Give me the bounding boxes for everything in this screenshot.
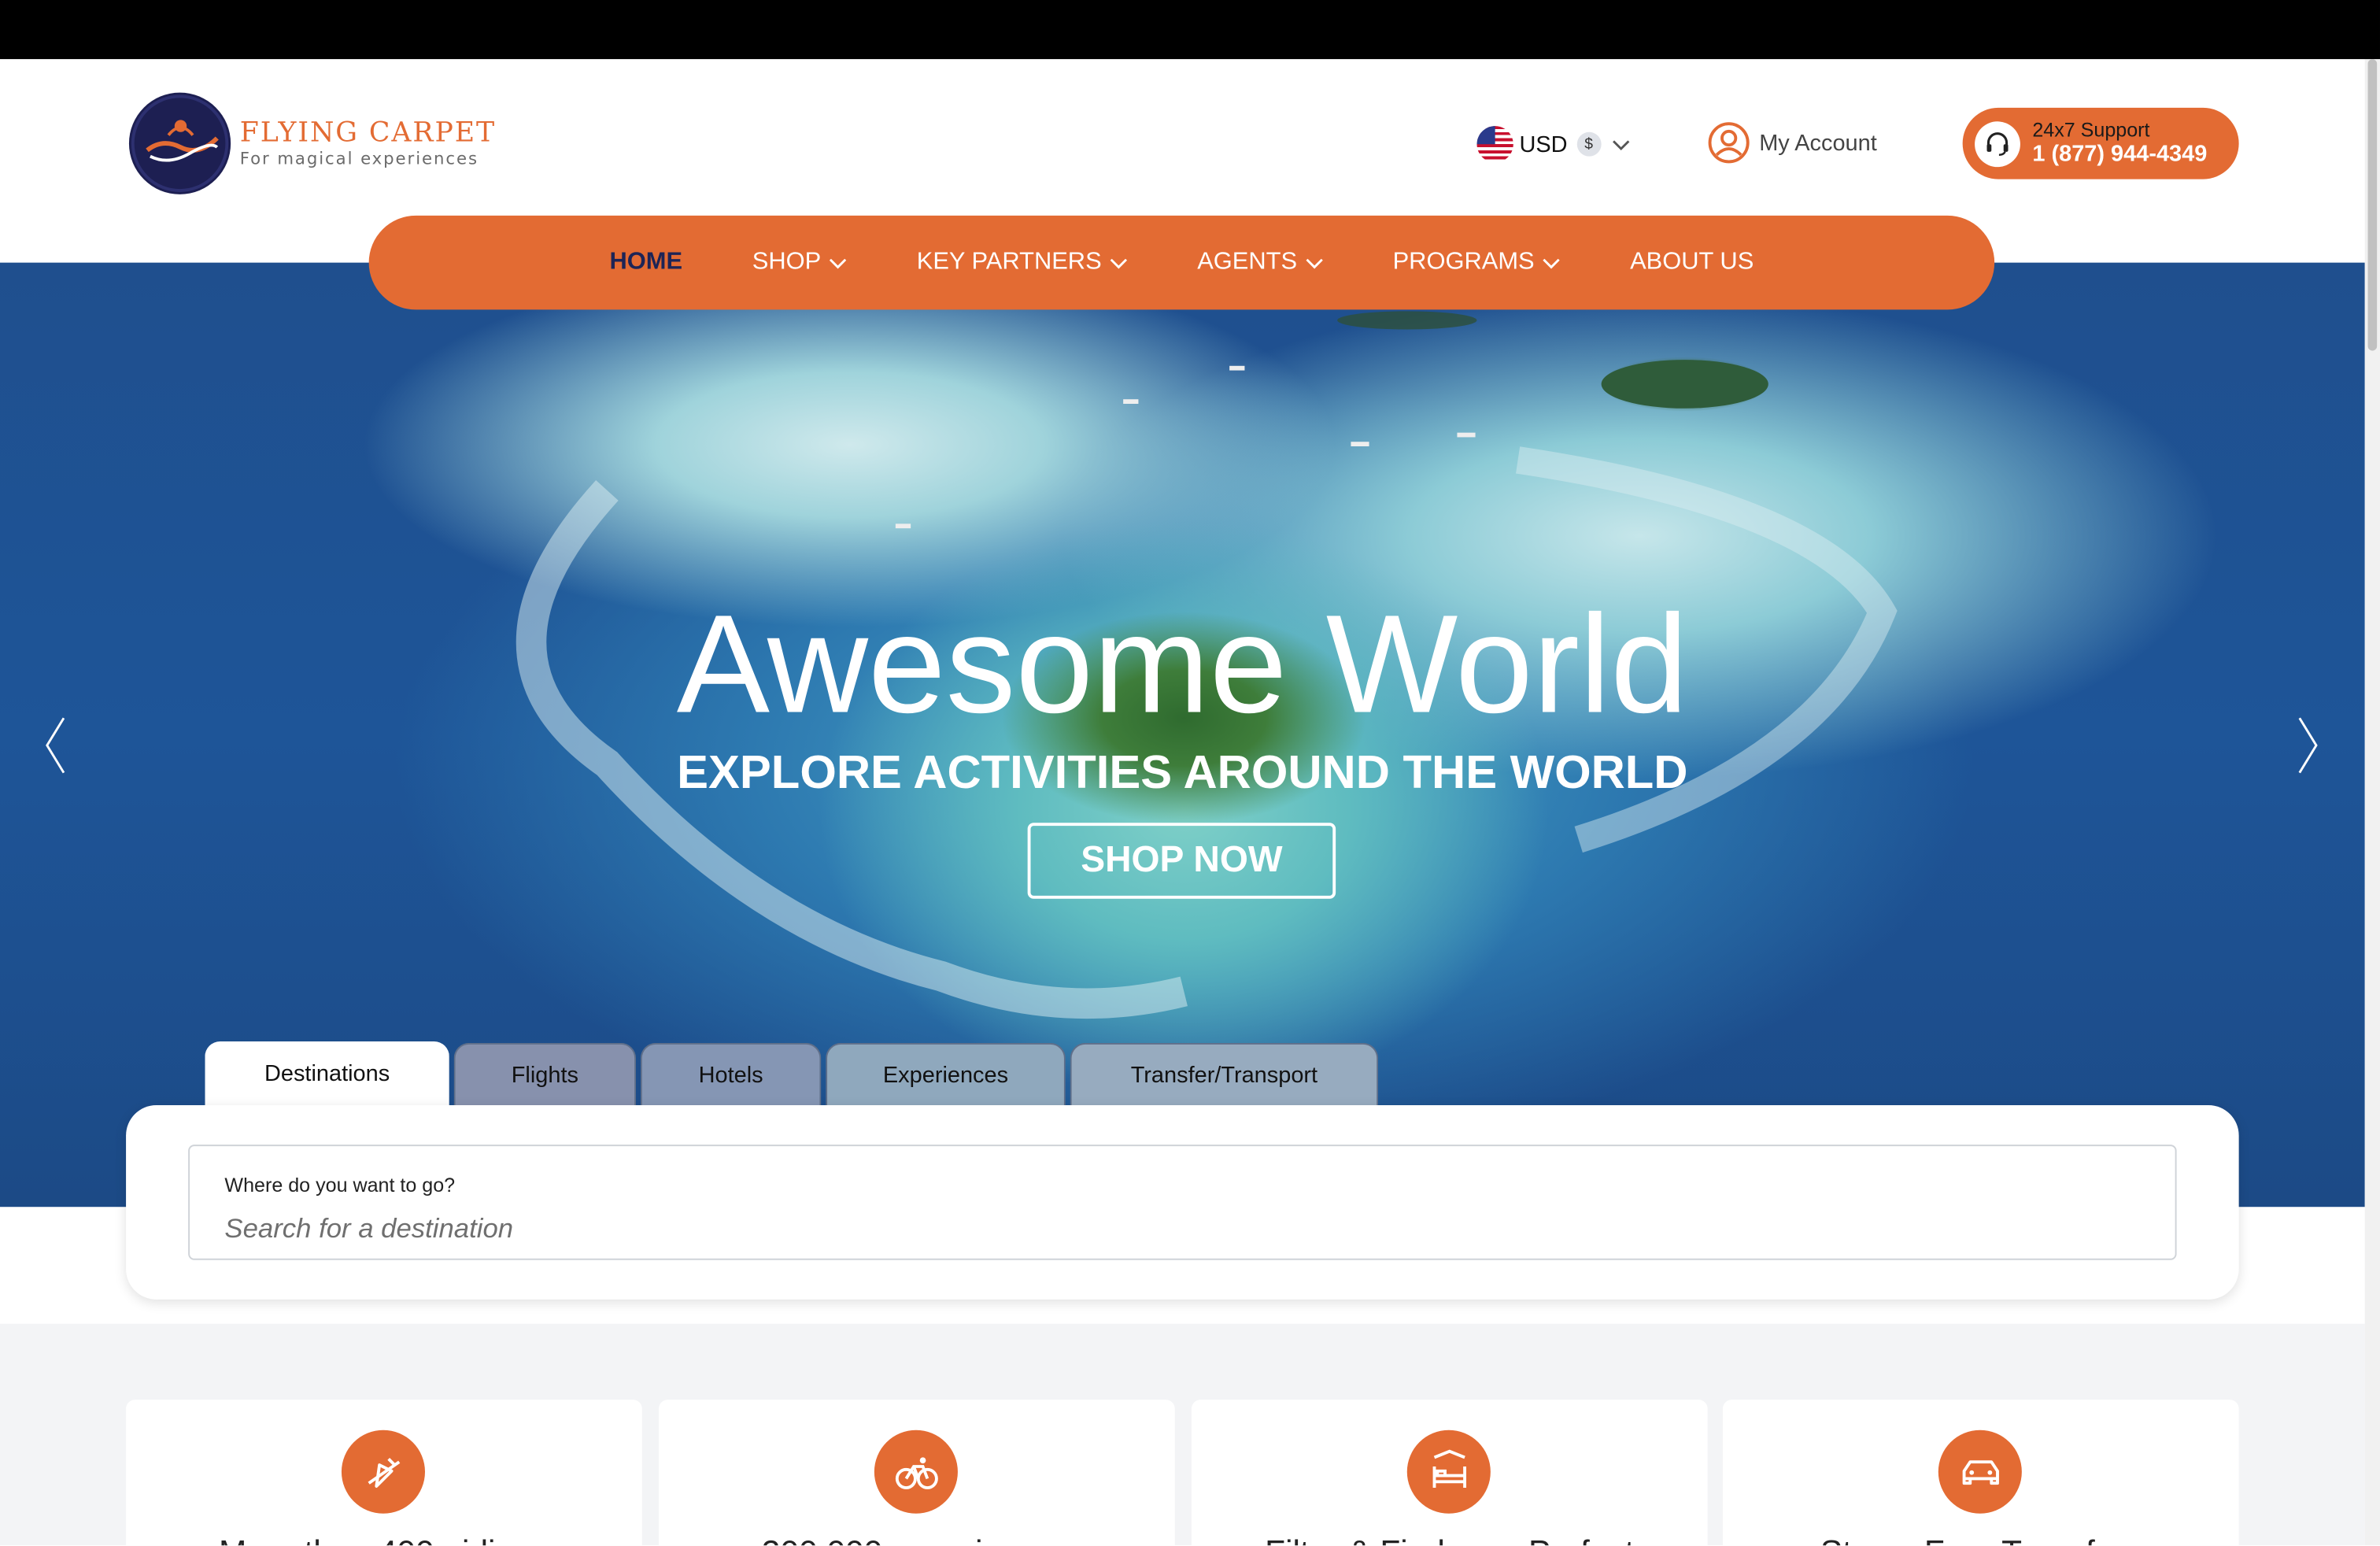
page-scrollbar[interactable] bbox=[2364, 59, 2380, 1546]
scrollbar-thumb[interactable] bbox=[2367, 59, 2378, 351]
page: FLYING CARPET For magical experiences US… bbox=[0, 0, 2380, 1546]
feature-text: Filter & Find your Perfect bbox=[1192, 1533, 1708, 1545]
headset-icon bbox=[1975, 120, 2020, 167]
nav-item-programs[interactable]: PROGRAMS bbox=[1393, 249, 1561, 276]
chevron-down-icon bbox=[829, 258, 847, 269]
hero-title: Awesome World bbox=[676, 587, 1688, 743]
feature-card: Stress Free Transfers bbox=[1722, 1400, 2239, 1546]
search-panel: Where do you want to go? bbox=[126, 1104, 2239, 1300]
chevron-down-icon bbox=[1305, 258, 1322, 269]
support-button[interactable]: 24x7 Support 1 (877) 944-4349 bbox=[1962, 107, 2239, 179]
destination-search-input[interactable] bbox=[224, 1210, 2138, 1247]
nav-item-label: SHOP bbox=[752, 249, 822, 276]
nav-item-key-partners[interactable]: KEY PARTNERS bbox=[917, 249, 1128, 276]
feature-text: 300,000 experiences bbox=[659, 1533, 1175, 1545]
destination-search-field[interactable]: Where do you want to go? bbox=[188, 1145, 2177, 1260]
my-account-link[interactable]: My Account bbox=[1708, 121, 1877, 164]
search-label: Where do you want to go? bbox=[224, 1173, 456, 1196]
browser-top-bar bbox=[0, 0, 2380, 60]
chevron-down-icon bbox=[1110, 258, 1127, 269]
search-tabs: Destinations Flights Hotels Experiences … bbox=[205, 1041, 1383, 1105]
support-phone: 1 (877) 944-4349 bbox=[2032, 141, 2208, 168]
nav-item-label: HOME bbox=[609, 249, 683, 276]
feature-text: More than 400 airlines bbox=[126, 1533, 642, 1545]
support-title: 24x7 Support bbox=[2032, 118, 2150, 142]
hero-subtitle: EXPLORE ACTIVITIES AROUND THE WORLD bbox=[677, 745, 1688, 799]
brand-logo[interactable]: FLYING CARPET For magical experiences bbox=[128, 92, 497, 194]
tab-hotels[interactable]: Hotels bbox=[640, 1042, 822, 1105]
main-nav: HOME SHOP KEY PARTNERS AGENTS PROGRAMS A… bbox=[368, 215, 1995, 310]
plane-icon bbox=[341, 1429, 425, 1514]
nav-item-label: AGENTS bbox=[1197, 249, 1298, 276]
feature-text: Stress Free Transfers bbox=[1723, 1533, 2239, 1545]
nav-item-label: PROGRAMS bbox=[1392, 249, 1535, 276]
tab-flights[interactable]: Flights bbox=[453, 1042, 637, 1105]
nav-item-label: KEY PARTNERS bbox=[916, 249, 1102, 276]
nav-item-agents[interactable]: AGENTS bbox=[1197, 249, 1323, 276]
bicycle-icon bbox=[874, 1429, 958, 1514]
currency-selector[interactable]: USD $ bbox=[1476, 126, 1631, 163]
feature-card: More than 400 airlines bbox=[126, 1400, 642, 1546]
car-icon bbox=[1938, 1429, 2022, 1514]
carpet-logo-icon bbox=[128, 92, 231, 194]
us-flag-icon bbox=[1476, 126, 1513, 163]
nav-item-label: ABOUT US bbox=[1630, 249, 1754, 276]
chevron-down-icon bbox=[1543, 258, 1560, 269]
bed-icon bbox=[1406, 1429, 1491, 1514]
nav-item-shop[interactable]: SHOP bbox=[752, 249, 847, 276]
brand-name: FLYING CARPET bbox=[239, 116, 497, 149]
tab-transfer-transport[interactable]: Transfer/Transport bbox=[1070, 1042, 1379, 1105]
currency-symbol: $ bbox=[1576, 131, 1602, 157]
brand-tagline: For magical experiences bbox=[239, 148, 479, 168]
feature-card: Filter & Find your Perfect bbox=[1191, 1400, 1708, 1546]
shop-now-button[interactable]: SHOP NOW bbox=[1027, 823, 1336, 899]
features-section: More than 400 airlines 300,000 experienc… bbox=[0, 1323, 2365, 1546]
feature-card: 300,000 experiences bbox=[658, 1400, 1175, 1546]
my-account-label: My Account bbox=[1759, 129, 1877, 156]
currency-code: USD bbox=[1519, 131, 1568, 157]
chevron-down-icon bbox=[1612, 140, 1629, 151]
nav-item-home[interactable]: HOME bbox=[610, 249, 683, 276]
user-icon bbox=[1708, 122, 1750, 164]
tab-destinations[interactable]: Destinations bbox=[205, 1041, 449, 1105]
nav-item-about-us[interactable]: ABOUT US bbox=[1630, 249, 1754, 276]
tab-experiences[interactable]: Experiences bbox=[826, 1042, 1066, 1105]
